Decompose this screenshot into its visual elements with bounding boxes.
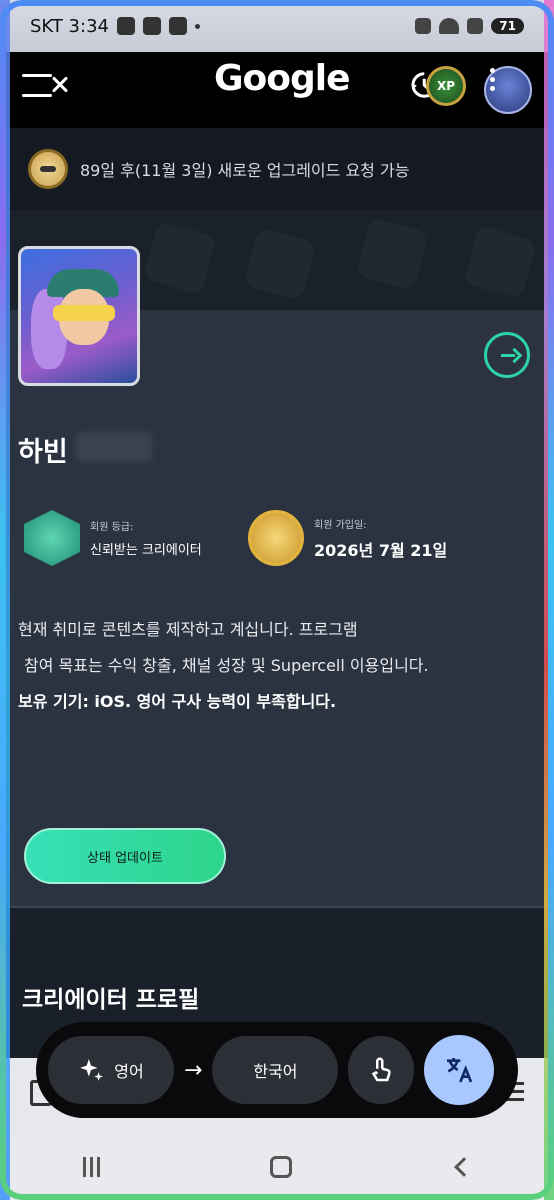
mute-icon (415, 18, 432, 34)
status-bar: SKT 3:34 71 (0, 0, 554, 52)
system-nav-bar (0, 1134, 554, 1200)
timer-icon (28, 149, 68, 189)
tap-gesture-icon (372, 1057, 392, 1082)
signal-icon (467, 18, 484, 34)
arrow-right-icon: → (184, 1057, 203, 1083)
edge-glow-right (544, 0, 554, 1200)
join-value: 2026년 7월 21일 (314, 540, 448, 560)
upgrade-notice: 89일 후(11월 3일) 새로운 업그레이드 요청 가능 (0, 128, 554, 210)
instagram-icon (168, 17, 187, 35)
creator-profile-title: 크리에이터 프로필 (22, 987, 200, 1013)
membership-value: 신뢰받는 크리에이터 (90, 543, 202, 558)
profile-name: 하빈 (18, 437, 68, 468)
target-language-button[interactable]: 한국어 (212, 1036, 339, 1104)
app-notification-icon (116, 17, 135, 35)
banner-pattern-icon (463, 225, 537, 299)
back-icon[interactable] (454, 1157, 475, 1177)
upgrade-notice-text: 89일 후(11월 3일) 새로운 업그레이드 요청 가능 (80, 161, 410, 180)
profile-card (0, 310, 554, 906)
more-notifications-icon (194, 23, 200, 29)
translate-toolbar: 영어 → 한국어 (36, 1022, 518, 1118)
app-header: Google XP (0, 52, 554, 128)
menu-line-icon (22, 94, 52, 97)
recent-apps-icon[interactable] (82, 1157, 105, 1177)
xp-badge[interactable]: XP (426, 66, 466, 106)
banner-pattern-icon (355, 217, 429, 291)
edge-glow-left (0, 0, 10, 1200)
bio-line: 참여 목표는 수익 창출, 채널 성장 및 Supercell 이용입니다. (24, 656, 429, 675)
target-language-label: 한국어 (253, 1062, 298, 1081)
medal-icon (248, 510, 304, 566)
join-date-stat: 회원 가입일: 2026년 7월 21일 (248, 510, 447, 566)
translate-button[interactable] (424, 1035, 495, 1105)
creator-rank-icon (24, 510, 80, 566)
bio-line: 보유 기기: iOS. 영어 구사 능력이 부족합니다. (18, 692, 337, 711)
translate-icon (447, 1058, 473, 1083)
join-label: 회원 가입일: (314, 519, 367, 531)
banner-pattern-icon (143, 221, 217, 295)
battery-indicator: 71 (491, 18, 524, 34)
bio-line: 현재 취미로 콘텐츠를 제작하고 계십니다. 프로그램 (18, 620, 358, 639)
sparkle-icon (80, 1059, 104, 1081)
home-icon[interactable] (269, 1156, 292, 1178)
menu-line-icon (22, 74, 52, 77)
update-status-button[interactable]: 상태 업데이트 (24, 828, 226, 884)
membership-stat: 회원 등급: 신뢰받는 크리에이터 (24, 510, 202, 566)
redacted-name (76, 432, 152, 462)
more-options-icon[interactable] (490, 68, 496, 91)
logout-button[interactable] (484, 332, 530, 378)
profile-avatar-image (18, 246, 140, 386)
tap-gesture-button[interactable] (348, 1036, 415, 1104)
talk-icon (142, 17, 161, 35)
wifi-icon (439, 18, 460, 34)
menu-close-button[interactable] (22, 70, 70, 100)
membership-label: 회원 등급: (90, 522, 134, 533)
carrier-time: SKT 3:34 (30, 15, 109, 37)
profile-bio: 현재 취미로 콘텐츠를 제작하고 계십니다. 프로그램 참여 목표는 수익 창출… (18, 612, 518, 720)
source-language-button[interactable]: 영어 (48, 1036, 174, 1104)
google-logo: Google (214, 58, 351, 99)
banner-pattern-icon (243, 227, 317, 301)
source-language-label: 영어 (114, 1062, 144, 1081)
